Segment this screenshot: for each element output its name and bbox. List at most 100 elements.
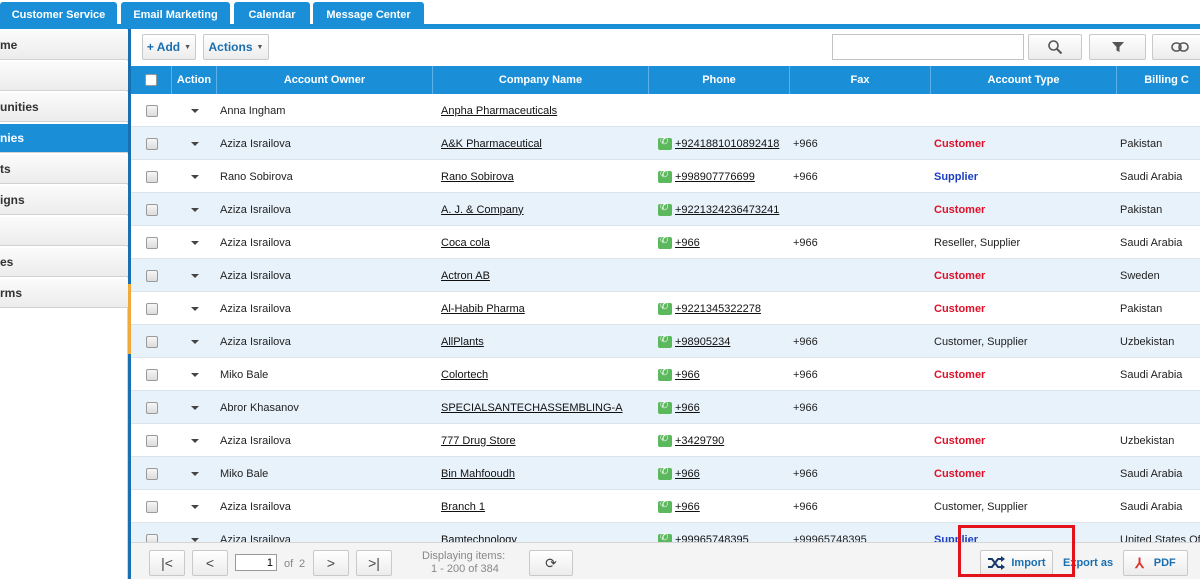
link-button[interactable]: [1152, 34, 1200, 60]
row-action-dropdown-icon[interactable]: [191, 372, 199, 377]
company-name-link[interactable]: Colortech: [441, 358, 646, 391]
company-name-link[interactable]: Rano Sobirova: [441, 160, 646, 193]
row-action-dropdown-icon[interactable]: [191, 141, 199, 146]
table-row[interactable]: Aziza Israilova A. J. & Company +922132423…: [131, 193, 1200, 226]
phone-link[interactable]: +966: [675, 468, 700, 480]
next-page-button[interactable]: >: [313, 550, 349, 576]
table-row[interactable]: Aziza Israilova Actron AB Customer Sweden: [131, 259, 1200, 292]
company-name-link[interactable]: AllPlants: [441, 325, 646, 358]
row-checkbox[interactable]: [146, 500, 158, 513]
row-action-dropdown-icon[interactable]: [191, 471, 199, 476]
table-row[interactable]: Aziza Israilova Al-Habib Pharma +922134532…: [131, 292, 1200, 325]
phone-icon[interactable]: [658, 466, 672, 480]
company-name-link[interactable]: 777 Drug Store: [441, 424, 646, 457]
table-row[interactable]: Aziza Israilova AllPlants +98905234 +966 Cus…: [131, 325, 1200, 358]
sidebar-item-forms[interactable]: rms: [0, 278, 128, 308]
row-checkbox[interactable]: [146, 401, 158, 414]
page-number-input[interactable]: [235, 554, 277, 571]
last-page-button[interactable]: >|: [356, 550, 392, 576]
company-name-link[interactable]: Al-Habib Pharma: [441, 292, 646, 325]
phone-link[interactable]: +9221324236473241: [675, 204, 779, 216]
row-action-dropdown-icon[interactable]: [191, 108, 199, 113]
phone-icon[interactable]: [658, 499, 672, 513]
company-name-link[interactable]: Coca cola: [441, 226, 646, 259]
phone-icon[interactable]: [658, 235, 672, 249]
row-action-dropdown-icon[interactable]: [191, 174, 199, 179]
sidebar-item-es[interactable]: es: [0, 247, 128, 277]
row-action-dropdown-icon[interactable]: [191, 339, 199, 344]
phone-link[interactable]: +966: [675, 369, 700, 381]
phone-icon[interactable]: [658, 169, 672, 183]
row-checkbox[interactable]: [146, 203, 158, 216]
company-name-link[interactable]: Branch 1: [441, 490, 646, 523]
table-row[interactable]: Miko Bale Colortech +966 +966 Customer Saudi …: [131, 358, 1200, 391]
row-checkbox[interactable]: [146, 434, 158, 447]
row-checkbox[interactable]: [146, 533, 158, 542]
row-action-dropdown-icon[interactable]: [191, 273, 199, 278]
company-name-link[interactable]: Bin Mahfooudh: [441, 457, 646, 490]
column-header-account-owner[interactable]: Account Owner: [217, 66, 433, 94]
phone-link[interactable]: +966: [675, 237, 700, 249]
phone-link[interactable]: +99965748395: [675, 534, 749, 543]
sidebar-item-blank-2[interactable]: [0, 216, 128, 246]
table-row[interactable]: Aziza Israilova A&K Pharmaceutical +924188…: [131, 127, 1200, 160]
phone-link[interactable]: +98905234: [675, 336, 730, 348]
phone-icon[interactable]: [658, 532, 672, 542]
column-header-action[interactable]: Action: [172, 66, 217, 94]
row-checkbox[interactable]: [146, 269, 158, 282]
row-checkbox[interactable]: [146, 137, 158, 150]
sidebar-item-companies[interactable]: nies: [0, 123, 128, 153]
phone-icon[interactable]: [658, 400, 672, 414]
phone-icon[interactable]: [658, 136, 672, 150]
actions-button[interactable]: Actions ▼: [203, 34, 269, 60]
table-row[interactable]: Abror Khasanov SPECIALSANTECHASSEMBLING-A…: [131, 391, 1200, 424]
table-row[interactable]: Aziza Israilova 777 Drug Store +3429790 Cus…: [131, 424, 1200, 457]
table-row[interactable]: Anna Ingham Anpha Pharmaceuticals: [131, 94, 1200, 127]
row-action-dropdown-icon[interactable]: [191, 240, 199, 245]
company-name-link[interactable]: A&K Pharmaceutical: [441, 127, 646, 160]
row-checkbox[interactable]: [146, 236, 158, 249]
prev-page-button[interactable]: <: [192, 550, 228, 576]
column-header-account-type[interactable]: Account Type: [931, 66, 1117, 94]
company-name-link[interactable]: Anpha Pharmaceuticals: [441, 94, 646, 127]
add-button[interactable]: + Add ▼: [142, 34, 196, 60]
table-row[interactable]: Aziza Israilova Coca cola +966 +966 Reseller…: [131, 226, 1200, 259]
sidebar-item-contacts[interactable]: ts: [0, 154, 128, 184]
search-input[interactable]: [832, 34, 1024, 60]
row-action-dropdown-icon[interactable]: [191, 306, 199, 311]
phone-link[interactable]: +3429790: [675, 435, 724, 447]
phone-link[interactable]: +966: [675, 402, 700, 414]
refresh-button[interactable]: ⟳: [529, 550, 573, 576]
row-checkbox[interactable]: [146, 170, 158, 183]
sidebar-item-campaigns[interactable]: igns: [0, 185, 128, 215]
row-checkbox[interactable]: [146, 335, 158, 348]
table-row[interactable]: Aziza Israilova Branch 1 +966 +966 Customer,…: [131, 490, 1200, 523]
row-checkbox[interactable]: [146, 368, 158, 381]
sidebar-item-opportunities[interactable]: unities: [0, 92, 128, 122]
table-row[interactable]: Rano Sobirova Rano Sobirova +998907776699 +…: [131, 160, 1200, 193]
company-name-link[interactable]: SPECIALSANTECHASSEMBLING-A: [441, 391, 646, 424]
phone-icon[interactable]: [658, 367, 672, 381]
sidebar-item-home[interactable]: me: [0, 30, 128, 60]
row-checkbox[interactable]: [146, 467, 158, 480]
phone-link[interactable]: +9221345322278: [675, 303, 761, 315]
search-button[interactable]: [1028, 34, 1082, 60]
phone-link[interactable]: +998907776699: [675, 171, 755, 183]
row-action-dropdown-icon[interactable]: [191, 537, 199, 542]
column-header-company-name[interactable]: Company Name: [433, 66, 649, 94]
row-action-dropdown-icon[interactable]: [191, 504, 199, 509]
phone-icon[interactable]: [658, 301, 672, 315]
phone-link[interactable]: +9241881010892418: [675, 138, 779, 150]
export-pdf-button[interactable]: ⅄ PDF: [1123, 550, 1188, 576]
company-name-link[interactable]: Actron AB: [441, 259, 646, 292]
table-row[interactable]: Miko Bale Bin Mahfooudh +966 +966 Customer Sa…: [131, 457, 1200, 490]
phone-link[interactable]: +966: [675, 501, 700, 513]
row-action-dropdown-icon[interactable]: [191, 438, 199, 443]
row-checkbox[interactable]: [146, 104, 158, 117]
phone-icon[interactable]: [658, 334, 672, 348]
sidebar-item-blank-1[interactable]: [0, 61, 128, 91]
row-checkbox[interactable]: [146, 302, 158, 315]
phone-icon[interactable]: [658, 202, 672, 216]
column-header-fax[interactable]: Fax: [790, 66, 931, 94]
first-page-button[interactable]: |<: [149, 550, 185, 576]
